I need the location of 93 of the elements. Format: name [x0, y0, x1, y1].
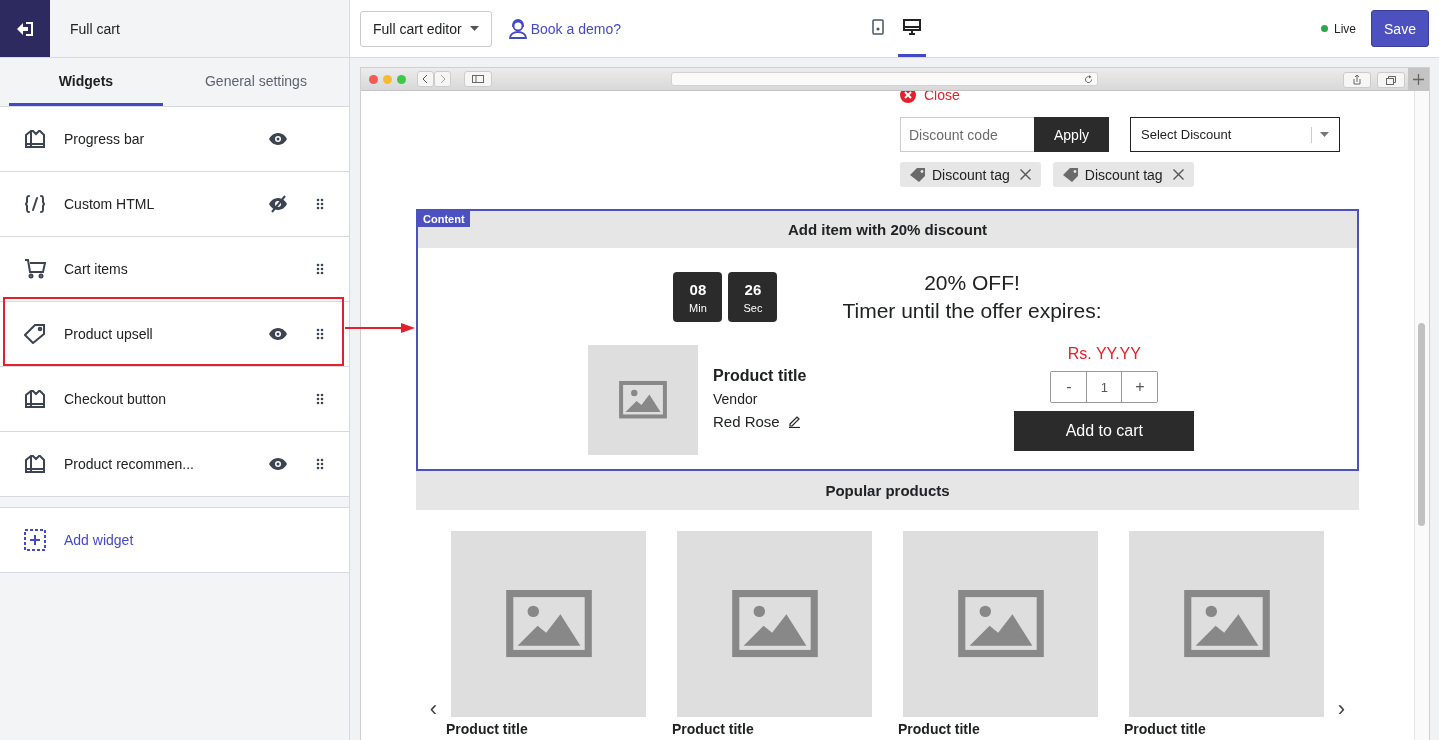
tag-icon — [24, 324, 46, 344]
image-icon — [505, 590, 592, 658]
widget-label: Checkout button — [64, 391, 167, 407]
pencil-icon[interactable] — [787, 415, 801, 428]
drag-handle-icon[interactable] — [316, 263, 324, 275]
image-icon — [731, 590, 818, 658]
content-badge: Content — [418, 211, 470, 227]
hidden-eye-icon[interactable] — [269, 195, 287, 213]
product-title: Product title — [713, 367, 807, 385]
tab[interactable]: General settings — [162, 58, 349, 106]
monitor-icon — [903, 19, 921, 35]
widget-row[interactable]: Product recommen... — [0, 432, 349, 497]
image-icon — [957, 590, 1044, 658]
drag-handle-icon[interactable] — [316, 393, 324, 405]
product-price: Rs. YY.YY — [1067, 345, 1141, 363]
share-icon — [1353, 75, 1361, 85]
panel-title: Full cart — [70, 20, 120, 37]
tabs-button[interactable] — [1377, 72, 1405, 88]
widget-label: Product upsell — [64, 326, 154, 342]
close-dot[interactable] — [369, 74, 378, 84]
widget-row[interactable]: Cart items — [0, 237, 349, 302]
plus-icon — [1413, 73, 1424, 85]
product-title: Product title — [672, 721, 755, 737]
offer-subtitle: Timer until the offer expires: — [842, 298, 1102, 324]
exit-button[interactable] — [0, 0, 50, 57]
drag-handle-icon[interactable] — [316, 198, 324, 210]
widget-row[interactable]: Checkout button — [0, 367, 349, 432]
remove-icon[interactable] — [1172, 169, 1184, 180]
countdown-unit: Min — [689, 301, 707, 314]
status-dot — [1321, 25, 1328, 32]
add-icon — [24, 529, 46, 551]
image-icon — [619, 381, 667, 419]
editor-dropdown[interactable]: Full cart editor — [360, 10, 492, 47]
add-to-cart-button[interactable]: Add to cart — [1014, 411, 1195, 451]
caret-icon — [469, 26, 479, 31]
widget-label: Custom HTML — [64, 196, 156, 212]
close-icon[interactable] — [900, 91, 916, 103]
widget-row[interactable]: Progress bar — [0, 107, 349, 172]
drag-handle-icon[interactable] — [316, 328, 324, 340]
caret-icon — [1320, 132, 1329, 137]
tag-label: Discount tag — [1084, 166, 1163, 183]
sidebar-icon — [472, 75, 484, 83]
tag-label: Discount tag — [932, 166, 1010, 183]
drag-handle-icon[interactable] — [316, 458, 324, 470]
product-title: Product title — [898, 721, 981, 737]
widget-label: Progress bar — [64, 131, 146, 147]
offer-title: 20% OFF! — [923, 270, 1021, 296]
storefront-icon — [24, 129, 46, 149]
back-icon — [423, 75, 428, 83]
product-vendor: Vendor — [713, 391, 759, 407]
book-demo-link[interactable]: Book a demo? — [507, 18, 621, 39]
remove-icon[interactable] — [1019, 169, 1031, 180]
section-heading: Popular products — [416, 471, 1359, 510]
storefront-icon — [24, 454, 46, 474]
add-widget-link[interactable]: Add widget — [64, 532, 134, 548]
tag-icon — [1062, 167, 1079, 182]
zoom-dot[interactable] — [397, 74, 406, 84]
image-icon — [1183, 590, 1270, 658]
storefront-icon — [24, 389, 46, 409]
code-icon — [24, 194, 46, 214]
tag-icon — [910, 167, 926, 182]
product-variant: Red Rose — [713, 413, 780, 430]
widget-row[interactable]: Custom HTML — [0, 172, 349, 237]
countdown-value: 08 — [689, 280, 707, 298]
scrollbar[interactable] — [1414, 91, 1429, 740]
status-label: Live — [1334, 21, 1356, 36]
cart-icon — [24, 259, 46, 279]
eye-icon[interactable] — [269, 458, 287, 470]
product-title: Product title — [1124, 721, 1207, 737]
minimize-dot[interactable] — [383, 74, 392, 84]
phone-icon — [872, 19, 884, 35]
forward-icon — [440, 75, 445, 83]
countdown-value: 26 — [744, 280, 762, 298]
next-button[interactable]: › — [1324, 693, 1359, 725]
discount-select[interactable]: Select Discount — [1130, 117, 1340, 152]
widget-label: Cart items — [64, 261, 129, 277]
quantity-stepper[interactable]: - 1 + — [1050, 371, 1159, 403]
tabs-icon — [1386, 75, 1396, 85]
exit-icon — [17, 21, 33, 36]
quantity-value: 1 — [1086, 372, 1123, 402]
countdown-unit: Sec — [743, 301, 763, 314]
widget-label: Product recommen... — [64, 456, 195, 472]
back-button[interactable] — [417, 71, 434, 87]
new-tab-button[interactable] — [1408, 68, 1429, 90]
discount-code-field[interactable]: Discount code — [900, 117, 1034, 152]
person-icon — [507, 18, 528, 39]
apply-button[interactable]: Apply — [1034, 117, 1109, 152]
reload-icon — [1084, 74, 1093, 84]
pointer-arrow — [345, 323, 415, 333]
eye-icon[interactable] — [269, 133, 287, 145]
eye-icon[interactable] — [269, 328, 287, 340]
sidebar-button[interactable] — [464, 71, 492, 87]
save-button[interactable]: Save — [1371, 10, 1429, 47]
